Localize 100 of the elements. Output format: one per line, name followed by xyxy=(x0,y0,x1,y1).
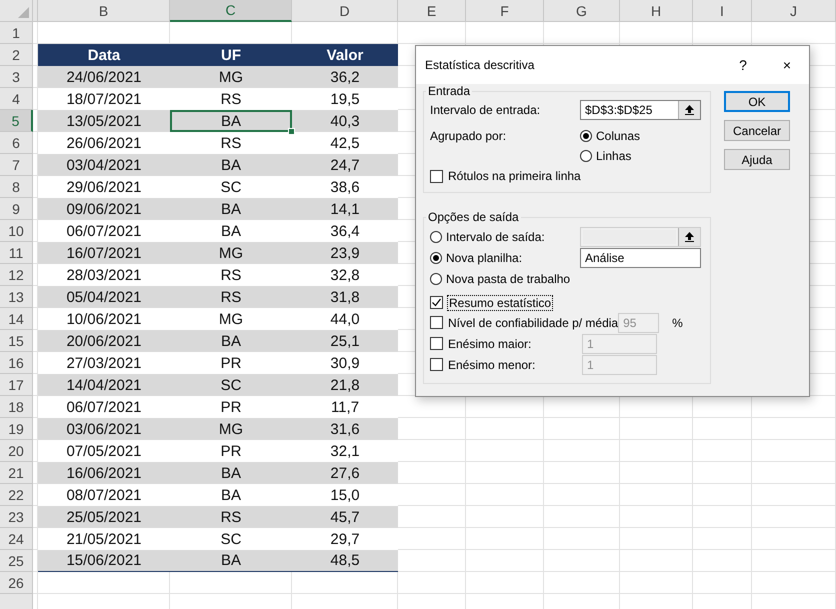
sheet-cell[interactable] xyxy=(693,572,752,594)
row-header[interactable]: 11 xyxy=(0,242,33,264)
row-header[interactable]: 14 xyxy=(0,308,33,330)
sheet-cell[interactable] xyxy=(292,572,398,594)
collapse-button[interactable] xyxy=(678,228,700,246)
row-header[interactable]: 21 xyxy=(0,462,33,484)
sheet-cell[interactable] xyxy=(398,528,466,550)
sheet-cell[interactable] xyxy=(752,528,836,550)
sheet-cell[interactable] xyxy=(398,440,466,462)
sheet-cell[interactable] xyxy=(466,484,544,506)
row-header[interactable]: 2 xyxy=(0,44,33,66)
sheet-cell[interactable] xyxy=(544,418,620,440)
fill-handle[interactable] xyxy=(288,128,295,135)
collapse-button[interactable] xyxy=(678,101,700,119)
row-header[interactable]: 18 xyxy=(0,396,33,418)
dialog-button[interactable]: Ajuda xyxy=(724,149,790,170)
sheet-cell[interactable] xyxy=(620,506,693,528)
row-header[interactable]: 23 xyxy=(0,506,33,528)
radio-option[interactable]: Intervalo de saída: xyxy=(430,230,545,244)
checkbox[interactable] xyxy=(430,337,443,350)
radio-option[interactable]: Linhas xyxy=(580,149,632,163)
sheet-cell[interactable] xyxy=(544,462,620,484)
sheet-cell[interactable] xyxy=(398,418,466,440)
select-all-icon[interactable] xyxy=(18,7,29,18)
sheet-cell[interactable] xyxy=(544,528,620,550)
row-header[interactable]: 3 xyxy=(0,66,33,88)
sheet-cell[interactable] xyxy=(620,440,693,462)
range-field[interactable] xyxy=(580,226,701,246)
row-header[interactable]: 20 xyxy=(0,440,33,462)
sheet-cell[interactable] xyxy=(620,22,693,44)
row-header[interactable]: 7 xyxy=(0,154,33,176)
checkbox[interactable] xyxy=(430,358,443,371)
row-header[interactable]: 9 xyxy=(0,198,33,220)
sheet-cell[interactable] xyxy=(466,418,544,440)
column-header[interactable]: E xyxy=(398,0,466,22)
row-header[interactable]: 15 xyxy=(0,330,33,352)
sheet-cell[interactable] xyxy=(752,440,836,462)
sheet-cell[interactable] xyxy=(544,440,620,462)
sheet-cell[interactable] xyxy=(693,418,752,440)
sheet-cell[interactable] xyxy=(398,550,466,572)
column-header[interactable]: H xyxy=(620,0,693,22)
radio-option[interactable]: Nova pasta de trabalho xyxy=(430,272,570,286)
sheet-cell[interactable] xyxy=(752,22,836,44)
sheet-cell[interactable] xyxy=(544,22,620,44)
column-header[interactable]: D xyxy=(292,0,398,22)
sheet-cell[interactable] xyxy=(466,550,544,572)
sheet-cell[interactable] xyxy=(752,550,836,572)
sheet-cell[interactable] xyxy=(33,572,38,594)
close-button[interactable]: × xyxy=(765,50,809,80)
sheet-cell[interactable] xyxy=(620,418,693,440)
sheet-cell[interactable] xyxy=(693,528,752,550)
sheet-cell[interactable] xyxy=(466,528,544,550)
row-header[interactable]: 13 xyxy=(0,286,33,308)
sheet-cell[interactable] xyxy=(544,484,620,506)
sheet-cell[interactable] xyxy=(693,550,752,572)
sheet-cell[interactable] xyxy=(544,506,620,528)
row-header[interactable]: 8 xyxy=(0,176,33,198)
column-header[interactable]: G xyxy=(544,0,620,22)
sheet-cell[interactable] xyxy=(466,506,544,528)
checkbox[interactable] xyxy=(430,296,443,309)
checkbox[interactable] xyxy=(430,170,443,182)
sheet-cell[interactable] xyxy=(544,550,620,572)
radio-option[interactable]: Nova planilha: xyxy=(430,250,522,264)
range-field[interactable]: $D$3:$D$25 xyxy=(580,100,701,120)
sheet-cell[interactable] xyxy=(620,572,693,594)
row-header[interactable]: 24 xyxy=(0,528,33,550)
sheet-cell[interactable] xyxy=(398,506,466,528)
sheet-cell[interactable] xyxy=(693,22,752,44)
sheet-cell[interactable] xyxy=(170,572,292,594)
row-header[interactable]: 4 xyxy=(0,88,33,110)
sheet-cell[interactable] xyxy=(752,572,836,594)
row-header[interactable]: 22 xyxy=(0,484,33,506)
sheet-cell[interactable] xyxy=(620,484,693,506)
sheet-cell[interactable] xyxy=(693,440,752,462)
sheet-cell[interactable] xyxy=(544,572,620,594)
sheet-cell[interactable] xyxy=(33,22,38,44)
column-header[interactable]: J xyxy=(752,0,836,22)
row-header[interactable]: 10 xyxy=(0,220,33,242)
row-header[interactable]: 5 xyxy=(0,110,33,132)
row-header[interactable]: 19 xyxy=(0,418,33,440)
sheet-cell[interactable] xyxy=(620,528,693,550)
row-header[interactable]: 12 xyxy=(0,264,33,286)
dialog-button[interactable]: Cancelar xyxy=(724,120,790,141)
row-header[interactable]: 26 xyxy=(0,572,33,594)
sheet-cell[interactable] xyxy=(466,572,544,594)
dialog-button[interactable]: OK xyxy=(724,91,790,112)
row-header[interactable]: 25 xyxy=(0,550,33,572)
sheet-cell[interactable] xyxy=(466,440,544,462)
column-header[interactable] xyxy=(33,0,38,22)
sheet-cell[interactable] xyxy=(693,484,752,506)
sheet-cell[interactable] xyxy=(466,462,544,484)
checkbox[interactable] xyxy=(430,316,443,329)
sheet-cell[interactable] xyxy=(752,484,836,506)
help-button[interactable]: ? xyxy=(721,50,765,80)
column-header[interactable]: I xyxy=(693,0,752,22)
row-header[interactable]: 1 xyxy=(0,22,33,44)
sheet-cell[interactable] xyxy=(398,22,466,44)
sheet-cell[interactable] xyxy=(752,462,836,484)
column-header[interactable]: C xyxy=(170,0,292,22)
sheet-cell[interactable] xyxy=(398,462,466,484)
